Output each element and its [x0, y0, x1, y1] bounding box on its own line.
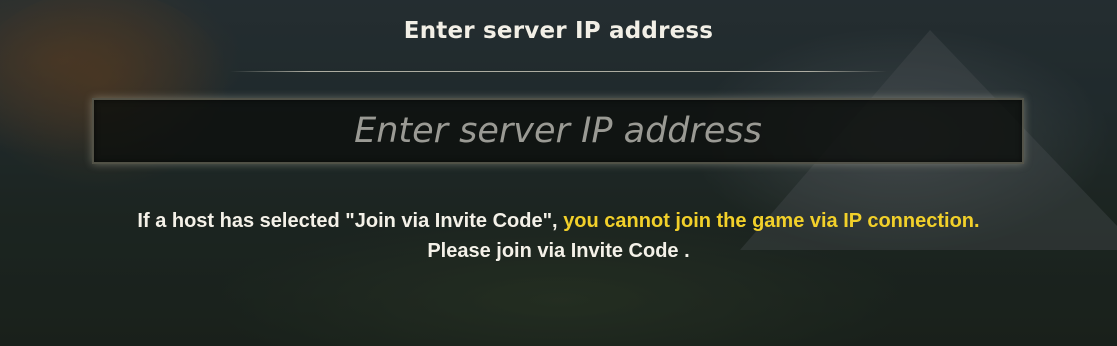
game-background-scene [0, 0, 1117, 346]
title-divider [230, 71, 887, 72]
notice-line-1: If a host has selected "Join via Invite … [0, 206, 1117, 236]
notice-warning-text: you cannot join the game via IP connecti… [563, 210, 980, 232]
background-dim-overlay [0, 0, 1117, 346]
notice-text: If a host has selected "Join via Invite … [137, 210, 558, 232]
notice-line-2: Please join via Invite Code . [427, 240, 690, 262]
dialog-title: Enter server IP address [403, 18, 714, 44]
server-ip-input[interactable] [92, 98, 1024, 164]
invite-code-notice: If a host has selected "Join via Invite … [0, 206, 1117, 266]
